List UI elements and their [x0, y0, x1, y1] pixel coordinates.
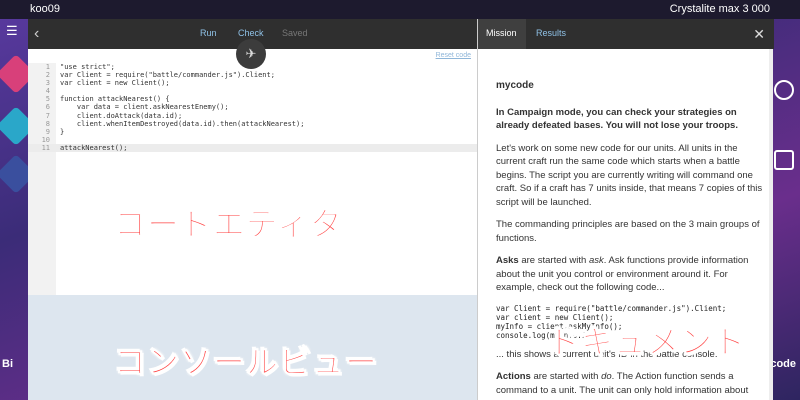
code-text: client.whenItemDestroyed(data.id).then(a… [60, 119, 305, 128]
code-text: client.doAttack(data.id); [60, 111, 183, 120]
code-line[interactable]: 6 var data = client.askNearestEnemy(); [28, 103, 477, 111]
reset-code-link[interactable]: Reset code [436, 52, 471, 59]
line-number: 11 [41, 143, 50, 152]
doc-annotation: ドキュメント [547, 324, 747, 361]
code-line[interactable]: 9} [28, 128, 477, 136]
line-number: 7 [45, 111, 50, 120]
run-button[interactable]: Run [200, 28, 217, 38]
code-line[interactable]: 11 attackNearest(); [28, 143, 477, 153]
editor-annotation: コードエディタ [114, 206, 343, 243]
term-asks: Asks [496, 255, 519, 266]
code-line[interactable]: 2 var Client = require("battle/commander.… [28, 71, 477, 79]
menu-icon[interactable]: ☰ [6, 23, 18, 39]
doc-paragraph: Actions are started with do. The Action … [496, 370, 766, 397]
code-text: attackNearest(); [60, 143, 128, 152]
doc-paragraph: Asks are started with ask. Ask functions… [496, 254, 766, 295]
code-text: } [60, 127, 65, 136]
line-number: 4 [45, 87, 50, 96]
line-number: 2 [45, 71, 50, 80]
line-number: 8 [45, 119, 50, 128]
code-editor-panel: ‹ Run Check Saved ✈ Reset code 1 "use str… [28, 19, 477, 400]
term-do: do [601, 371, 612, 382]
line-number: 6 [45, 103, 50, 112]
code-line[interactable]: 10 [28, 136, 477, 144]
line-number: 1 [45, 63, 50, 71]
code-text: var data = client.askNearestEnemy(); [60, 103, 229, 112]
doc-text: are started with [518, 255, 589, 266]
doc-intro: In Campaign mode, you can check your str… [496, 106, 738, 132]
username: koo09 [30, 3, 60, 15]
code-line[interactable]: 8 client.whenItemDestroyed(data.id).then… [28, 120, 477, 128]
back-arrow-icon[interactable]: ‹ [34, 25, 50, 43]
flag-icon[interactable] [774, 150, 794, 170]
code-text: var client = new Client(); [60, 79, 170, 88]
term-ask: ask [588, 255, 604, 266]
saved-status: Saved [282, 28, 308, 38]
term-actions: Actions [496, 371, 531, 382]
doc-title: mycode [496, 80, 534, 91]
code-line[interactable]: 1 "use strict"; [28, 63, 477, 71]
line-number: 3 [45, 79, 50, 88]
line-number: 9 [45, 127, 50, 136]
check-button[interactable]: Check [238, 28, 264, 38]
doc-paragraph: Let's work on some new code for our unit… [496, 142, 763, 208]
code-text: function attackNearest() { [60, 95, 170, 104]
crystalite-counter: Crystalite max 3 000 [669, 3, 770, 15]
gauge-icon[interactable] [774, 80, 794, 100]
code-text: "use strict"; [60, 63, 115, 71]
line-number: 10 [41, 135, 50, 144]
doc-text: are started with [530, 371, 602, 382]
documentation-panel: Mission Results ✕ mycode In Campaign mod… [477, 19, 774, 400]
code-line[interactable]: 4 [28, 87, 477, 95]
code-line[interactable]: 7 client.doAttack(data.id); [28, 112, 477, 120]
code-text: var Client = require("battle/commander.j… [60, 71, 275, 80]
code-area[interactable]: 1 "use strict"; 2 var Client = require("bat… [28, 63, 477, 295]
tab-results[interactable]: Results [536, 28, 566, 38]
close-icon[interactable]: ✕ [753, 26, 765, 43]
line-number: 5 [45, 95, 50, 104]
tab-mission[interactable]: Mission [486, 28, 517, 38]
code-line[interactable]: 3 var client = new Client(); [28, 79, 477, 87]
side-left-label[interactable]: Bi [2, 358, 13, 370]
code-line[interactable]: 5 function attackNearest() { [28, 95, 477, 103]
doc-tab-bar: Mission Results ✕ [478, 19, 774, 49]
console-annotation: コンソールビュー [113, 344, 379, 381]
doc-paragraph: The commanding principles are based on t… [496, 219, 760, 244]
doc-scrollbar[interactable] [769, 49, 773, 400]
game-topbar: koo09 Crystalite max 3 000 [0, 0, 800, 19]
